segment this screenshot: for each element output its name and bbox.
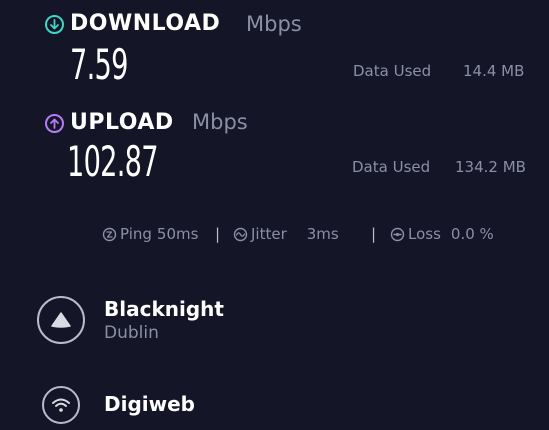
stat-separator: | [371, 225, 377, 243]
upload-arrow-icon [45, 114, 64, 133]
wifi-icon[interactable] [42, 386, 80, 424]
jitter-label: Jitter [251, 225, 287, 243]
upload-label: UPLOAD [70, 110, 174, 135]
download-unit: Mbps [246, 12, 302, 36]
ping-stat: Ping 50ms [102, 225, 198, 243]
upload-unit: Mbps [192, 110, 248, 134]
upload-value: 102.87 [67, 137, 159, 186]
server-triangle-icon[interactable] [37, 296, 85, 344]
download-data-used-value: 14.4 MB [463, 62, 525, 80]
ping-icon [102, 227, 117, 241]
upload-data-used-value: 134.2 MB [455, 158, 526, 176]
download-arrow-icon [45, 15, 64, 34]
ping-value: 50ms [156, 225, 199, 243]
jitter-stat: Jitter 3ms [233, 225, 339, 243]
server-name[interactable]: Digiweb [104, 392, 195, 416]
ping-label: Ping [120, 225, 152, 243]
server-name[interactable]: Blacknight [104, 297, 224, 321]
download-value: 7.59 [70, 40, 128, 89]
upload-data-used-label: Data Used [352, 158, 431, 176]
download-data-used-label: Data Used [353, 62, 432, 80]
jitter-value: 3ms [306, 225, 339, 243]
server-location: Dublin [104, 323, 159, 343]
loss-label: Loss [408, 225, 441, 243]
jitter-icon [233, 227, 248, 241]
loss-icon [390, 227, 405, 241]
download-label: DOWNLOAD [70, 11, 221, 36]
stat-separator: | [215, 225, 221, 243]
loss-value: 0.0 % [450, 225, 494, 243]
loss-stat: Loss 0.0 % [390, 225, 494, 243]
